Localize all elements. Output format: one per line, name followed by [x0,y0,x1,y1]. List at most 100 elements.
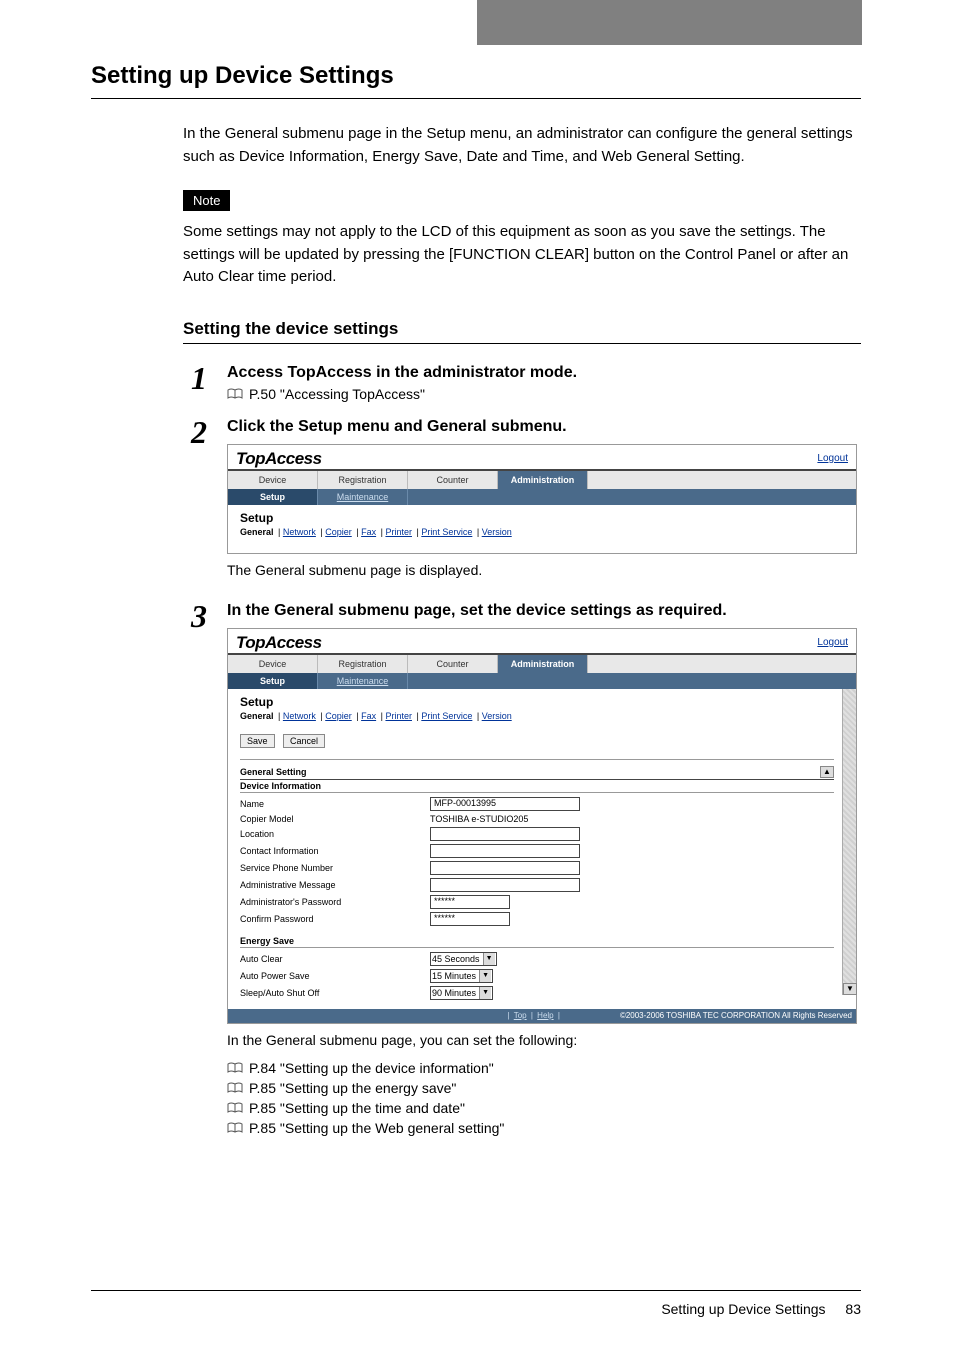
field-admin-msg: Administrative Message [240,878,834,892]
step-3-number: 3 [191,600,219,632]
tab-device[interactable]: Device [228,471,318,489]
step-2: 2 Click the Setup menu and General subme… [191,416,861,590]
subtab-maintenance-2[interactable]: Maintenance [318,673,408,689]
location-input[interactable] [430,827,580,841]
contact-input[interactable] [430,844,580,858]
step-2-title: Click the Setup menu and General submenu… [227,418,861,436]
logout-link-2[interactable]: Logout [817,637,848,648]
device-info-head: Device Information [240,781,834,793]
footer-help-link[interactable]: Help [537,1011,553,1020]
submenu-general[interactable]: General [240,527,274,537]
step-1: 1 Access TopAccess in the administrator … [191,362,861,406]
field-location: Location [240,827,834,841]
footer-text: Setting up Device Settings 83 [91,1301,861,1317]
subtab-setup[interactable]: Setup [228,489,318,505]
submenu-printservice-2[interactable]: Print Service [421,711,472,721]
submenu-fax[interactable]: Fax [361,527,376,537]
step-3-caption: In the General submenu page, you can set… [227,1032,861,1048]
page-footer: Setting up Device Settings 83 [91,1290,861,1317]
auto-power-save-label: Auto Power Save [240,971,430,981]
scrollbar[interactable]: ▼ [842,689,856,995]
footer-top-link[interactable]: Top [514,1011,527,1020]
subtab-setup-2[interactable]: Setup [228,673,318,689]
name-input[interactable]: MFP-00013995 [430,797,580,811]
save-button[interactable]: Save [240,734,275,748]
submenu-printservice[interactable]: Print Service [421,527,472,537]
admin-pw-label: Administrator's Password [240,897,430,907]
subheading: Setting the device settings [183,319,861,339]
submenu-version-2[interactable]: Version [482,711,512,721]
step-1-ref: P.50 "Accessing TopAccess" [227,386,861,402]
subtab-maintenance-link[interactable]: Maintenance [337,492,389,502]
submenu-network-2[interactable]: Network [283,711,316,721]
footer-pagenum: 83 [845,1301,861,1317]
submenu-row-2: General | Network | Copier | Fax | Print… [240,711,834,721]
step-3-ref-0: P.84 "Setting up the device information" [227,1060,861,1076]
model-label: Copier Model [240,814,430,824]
field-contact: Contact Information [240,844,834,858]
auto-clear-value: 45 Seconds [432,954,480,964]
screenshot-small: TopAccess Logout Device Registration Cou… [227,444,857,554]
step-3-ref-3: P.85 "Setting up the Web general setting… [227,1120,861,1136]
ta-header-2: TopAccess Logout [228,629,856,655]
main-tabs-2: Device Registration Counter Administrati… [228,655,856,673]
sleep-label: Sleep/Auto Shut Off [240,988,430,998]
name-label: Name [240,799,430,809]
tab-device-2[interactable]: Device [228,655,318,673]
field-confirm-pw: Confirm Password ****** [240,912,834,926]
step-1-ref-text: P.50 "Accessing TopAccess" [249,386,425,402]
step-3-ref-1: P.85 "Setting up the energy save" [227,1080,861,1096]
chevron-down-icon: ▼ [479,987,491,999]
step-3-title: In the General submenu page, set the dev… [227,602,861,620]
setup-title: Setup [240,511,844,525]
service-phone-input[interactable] [430,861,580,875]
ta-footer: | Top | Help | ©2003-2006 TOSHIBA TEC CO… [228,1009,856,1023]
step-1-body: Access TopAccess in the administrator mo… [227,362,861,406]
subtab-maintenance[interactable]: Maintenance [318,489,408,505]
field-name: Name MFP-00013995 [240,797,834,811]
submenu-row: General | Network | Copier | Fax | Print… [240,527,844,537]
topaccess-logo: TopAccess [236,449,322,469]
tab-registration-2[interactable]: Registration [318,655,408,673]
general-setting-label: General Setting [240,767,307,777]
general-setting-head: General Setting ▲ [240,766,834,780]
subtab-maintenance-link-2[interactable]: Maintenance [337,676,389,686]
sleep-select[interactable]: 90 Minutes ▼ [430,986,493,1000]
screenshot-large: TopAccess Logout Device Registration Cou… [227,628,857,1024]
setup-title-2: Setup [240,695,834,709]
admin-msg-input[interactable] [430,878,580,892]
auto-clear-select[interactable]: 45 Seconds ▼ [430,952,497,966]
tab-counter-2[interactable]: Counter [408,655,498,673]
submenu-general-2[interactable]: General [240,711,274,721]
submenu-network[interactable]: Network [283,527,316,537]
submenu-copier-2[interactable]: Copier [325,711,352,721]
field-sleep: Sleep/Auto Shut Off 90 Minutes ▼ [240,986,834,1000]
cancel-button[interactable]: Cancel [283,734,325,748]
submenu-fax-2[interactable]: Fax [361,711,376,721]
model-value: TOSHIBA e-STUDIO205 [430,814,528,824]
scroll-down-icon[interactable]: ▼ [843,983,857,995]
main-tabs: Device Registration Counter Administrati… [228,471,856,489]
tab-administration[interactable]: Administration [498,471,588,489]
logout-link[interactable]: Logout [817,453,848,464]
button-row: Save Cancel [240,731,834,749]
scroll-up-icon[interactable]: ▲ [820,766,834,778]
auto-power-save-select[interactable]: 15 Minutes ▼ [430,969,493,983]
submenu-version[interactable]: Version [482,527,512,537]
submenu-printer-2[interactable]: Printer [385,711,412,721]
sleep-value: 90 Minutes [432,988,476,998]
tab-administration-2[interactable]: Administration [498,655,588,673]
submenu-printer[interactable]: Printer [385,527,412,537]
step-1-title: Access TopAccess in the administrator mo… [227,364,861,382]
confirm-pw-input[interactable]: ****** [430,912,510,926]
sub-tabs: Setup Maintenance [228,489,856,505]
admin-pw-input[interactable]: ****** [430,895,510,909]
submenu-copier[interactable]: Copier [325,527,352,537]
tab-counter[interactable]: Counter [408,471,498,489]
tab-registration[interactable]: Registration [318,471,408,489]
footer-rule [91,1290,861,1291]
note-label: Note [183,190,230,211]
field-service-phone: Service Phone Number [240,861,834,875]
book-icon [227,1082,243,1094]
field-auto-clear: Auto Clear 45 Seconds ▼ [240,952,834,966]
